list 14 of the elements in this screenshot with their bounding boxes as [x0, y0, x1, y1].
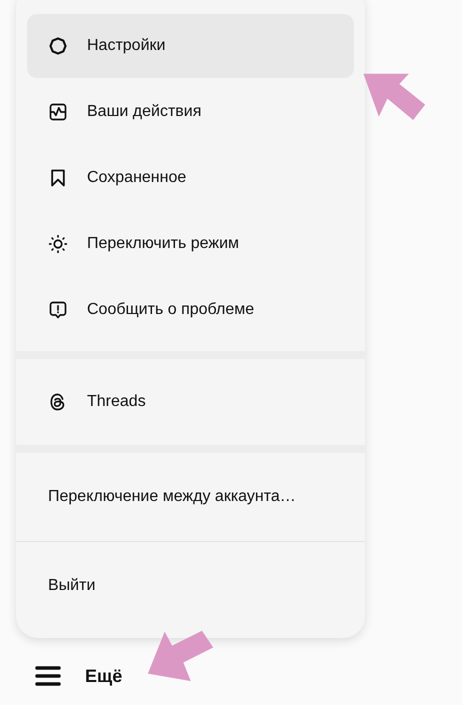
activity-icon: [48, 102, 68, 122]
sun-icon: [48, 234, 68, 254]
menu-item[interactable]: Переключение между аккаунта…: [16, 453, 365, 541]
menu-item[interactable]: Переключить режим: [27, 212, 354, 276]
menu-item[interactable]: Ваши действия: [27, 80, 354, 144]
menu-item[interactable]: Сообщить о проблеме: [27, 278, 354, 342]
more-button[interactable]: Ещё: [35, 658, 145, 694]
report-icon: [48, 300, 68, 320]
menu-icon: [35, 665, 61, 687]
settings-icon: [48, 36, 68, 56]
menu-item[interactable]: Threads: [27, 359, 354, 445]
menu-item[interactable]: Выйти: [16, 542, 365, 630]
menu-item[interactable]: Сохраненное: [27, 146, 354, 210]
menu-item[interactable]: Настройки: [27, 14, 354, 78]
